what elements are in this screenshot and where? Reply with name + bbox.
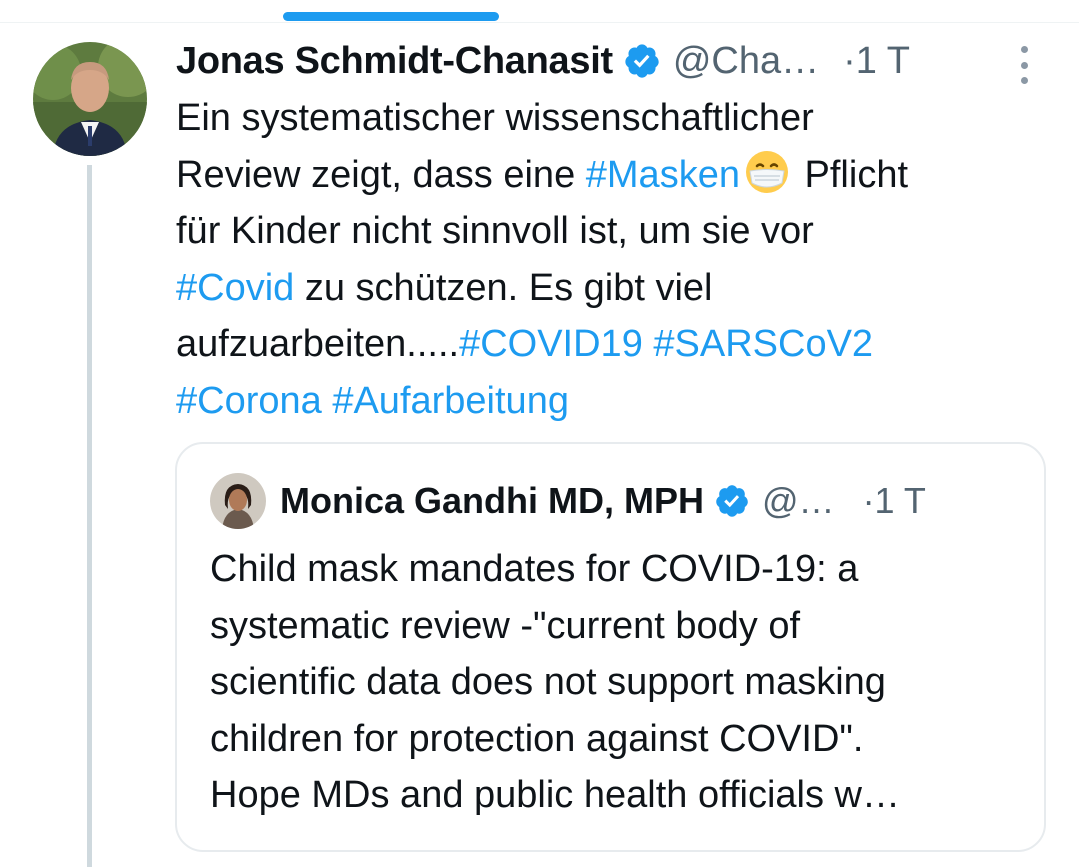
quoted-text-line: Hope MDs and public health officials w… (210, 774, 900, 816)
hashtag-link[interactable]: #SARSCoV2 (653, 323, 873, 365)
hashtag-link[interactable]: #Masken (586, 154, 740, 196)
face-with-medical-mask-icon (744, 149, 790, 195)
tweet-text-segment: zu schützen. Es gibt viel (294, 266, 713, 309)
tweet-text-segment (643, 323, 654, 365)
tweet-text-line: für Kinder nicht sinnvoll ist, um sie vo… (176, 203, 1056, 260)
quoted-tweet-header: Monica Gandhi MD, MPH @… ·1 T (280, 476, 1020, 526)
hashtag-link[interactable]: #Aufarbeitung (332, 380, 569, 422)
quoted-author-name[interactable]: Monica Gandhi MD, MPH (280, 480, 704, 522)
tweet-timestamp[interactable]: ·1 T (843, 40, 910, 83)
quoted-text-line: systematic review -"current body of (210, 604, 801, 647)
tweet-text-segment: für Kinder nicht sinnvoll ist, um sie vo… (176, 210, 814, 252)
quoted-author-avatar-image (210, 473, 266, 529)
hashtag-link[interactable]: #Corona (176, 380, 322, 422)
quoted-author-avatar[interactable] (210, 473, 266, 529)
thread-connector-line (87, 165, 92, 867)
tweet-text-line: Review zeigt, dass eine #Masken Pflicht (176, 147, 1056, 204)
verified-badge-icon (623, 42, 661, 80)
verified-badge-icon (714, 483, 750, 519)
tweet-text-line: aufzuarbeiten.....#COVID19 #SARSCoV2 (176, 316, 1056, 373)
author-avatar[interactable] (33, 42, 147, 156)
quoted-tweet-text: Child mask mandates for COVID-19: a syste… (210, 541, 1020, 824)
quoted-author-handle[interactable]: @… (762, 480, 835, 522)
tweet-text-segment: Review zeigt, dass eine (176, 153, 586, 196)
author-handle[interactable]: @Cha… (673, 40, 819, 83)
active-tab-indicator (283, 12, 499, 21)
hashtag-link[interactable]: #Covid (176, 267, 294, 309)
tweet-text-segment: aufzuarbeiten..... (176, 323, 460, 365)
quoted-text-line: scientific data does not support masking (210, 661, 886, 703)
more-vertical-icon[interactable] (1014, 46, 1034, 84)
tweet-text-line: #Covid zu schützen. Es gibt viel (176, 260, 1056, 317)
quoted-text-line: children for protection against COVID". (210, 717, 864, 760)
tweet-text-segment (322, 380, 333, 422)
top-divider (0, 22, 1079, 23)
quoted-text-line: Child mask mandates for COVID-19: a (210, 548, 859, 590)
tweet-text: Ein systematischer wissenschaftlicher Rev… (176, 90, 1056, 429)
author-name[interactable]: Jonas Schmidt-Chanasit (176, 40, 613, 83)
tweet-text-segment: Pflicht (793, 153, 909, 196)
author-avatar-image (33, 42, 147, 156)
tweet-text-line: #Corona #Aufarbeitung (176, 373, 1056, 430)
quoted-tweet-timestamp[interactable]: ·1 T (863, 480, 926, 522)
tweet-text-line: Ein systematischer wissenschaftlicher (176, 90, 1056, 147)
hashtag-link[interactable]: #COVID19 (459, 323, 643, 365)
tweet-header: Jonas Schmidt-Chanasit @Cha… ·1 T (176, 36, 1056, 86)
tweet-text-segment: Ein systematischer wissenschaftlicher (176, 97, 814, 139)
